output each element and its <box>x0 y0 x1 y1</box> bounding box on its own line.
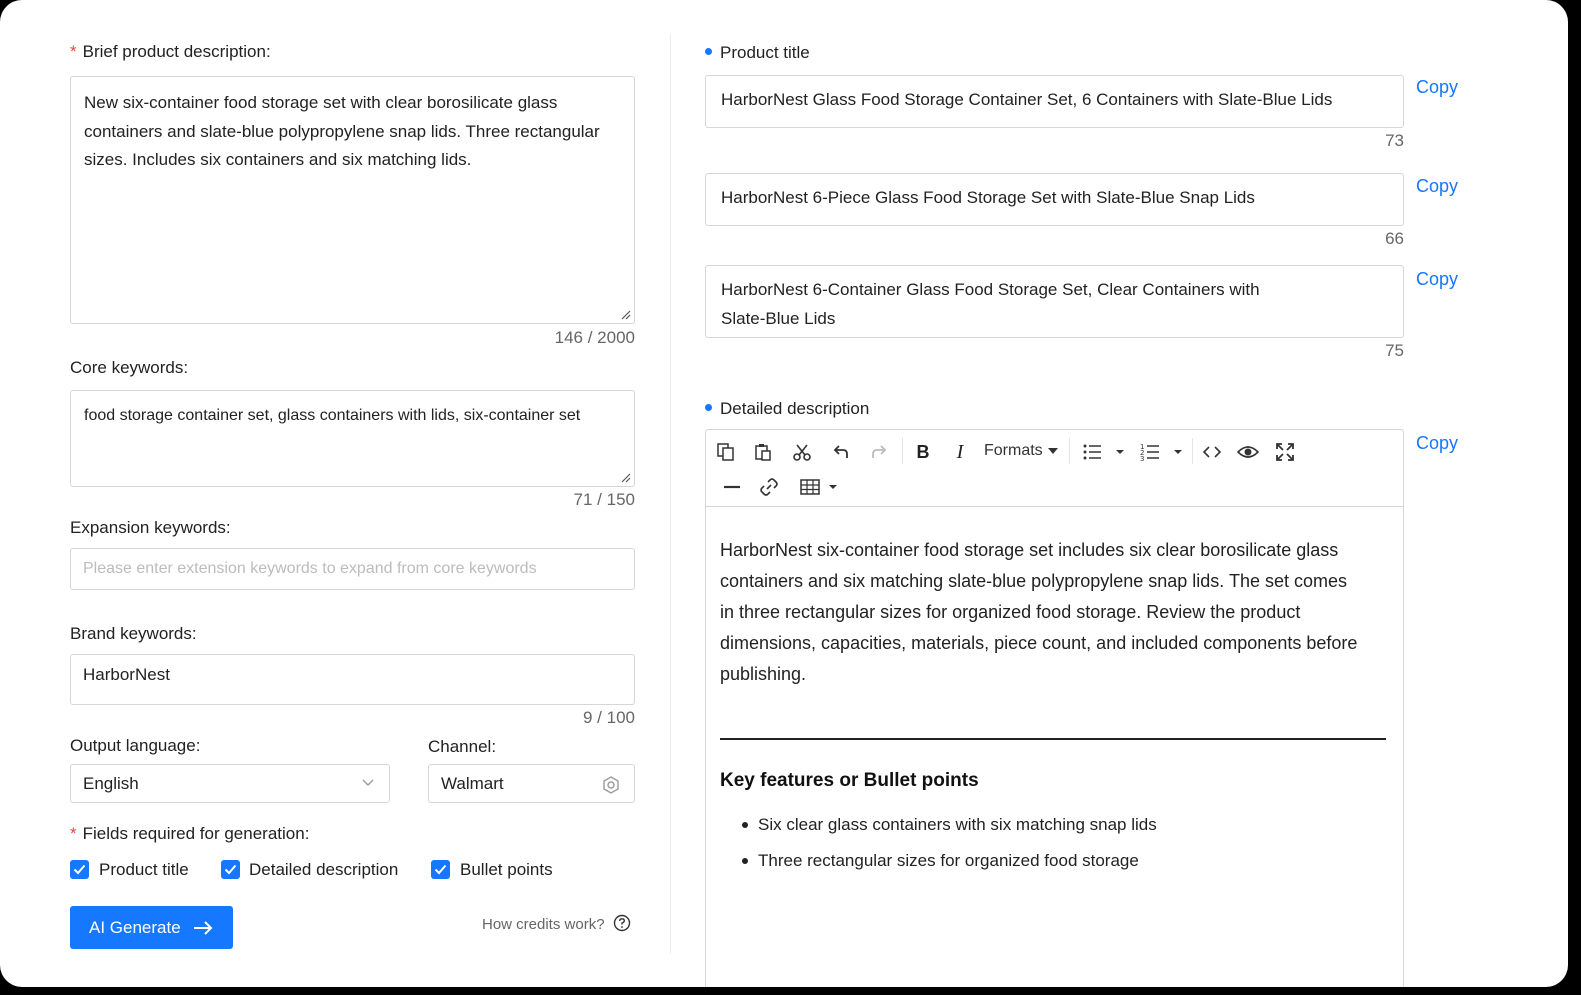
toolbar-separator <box>1192 438 1193 464</box>
title-option-3[interactable]: HarborNest 6-Container Glass Food Storag… <box>705 265 1404 338</box>
toolbar-separator <box>902 438 903 464</box>
core-keywords-textarea[interactable]: food storage container set, glass contai… <box>70 390 635 487</box>
svg-text:3: 3 <box>1140 455 1144 462</box>
brand-keywords-value: HarborNest <box>83 665 170 684</box>
fields-required-label: * Fields required for generation: <box>70 824 309 844</box>
product-title-label: Product title <box>705 43 810 63</box>
core-keywords-value: food storage container set, glass contai… <box>84 407 581 424</box>
brand-keywords-counter: 9 / 100 <box>583 708 635 727</box>
title-option-1[interactable]: HarborNest Glass Food Storage Container … <box>705 75 1404 128</box>
brief-description-textarea[interactable]: New six-container food storage set with … <box>70 76 635 324</box>
channel-label: Channel: <box>428 737 497 756</box>
key-features-heading: Key features or Bullet points <box>720 769 979 791</box>
formats-dropdown[interactable]: Formats <box>984 442 1058 460</box>
formats-label: Formats <box>984 442 1043 459</box>
arrow-right-icon <box>193 920 213 935</box>
title-option-2-text: HarborNest 6-Piece Glass Food Storage Se… <box>721 188 1255 207</box>
toolbar-separator <box>1069 438 1070 464</box>
editor-toolbar: B I Formats 123 <box>706 430 1403 507</box>
description-paragraph: HarborNest six-container food storage se… <box>720 540 1358 684</box>
brand-keywords-label: Brand keywords: <box>70 624 197 643</box>
bullet-list: Six clear glass containers with six matc… <box>720 807 1386 879</box>
horizontal-rule-icon[interactable] <box>720 475 744 499</box>
required-marker: * <box>70 824 77 843</box>
editor-content[interactable]: HarborNest six-container food storage se… <box>720 535 1386 879</box>
cut-icon[interactable] <box>790 440 814 464</box>
checkbox-label-product-title[interactable]: Product title <box>99 860 189 880</box>
rich-text-editor[interactable]: B I Formats 123 HarborNest six-container… <box>705 429 1404 987</box>
required-marker: * <box>70 42 77 61</box>
expansion-keywords-placeholder: Please enter extension keywords to expan… <box>83 560 537 577</box>
expansion-keywords-input[interactable]: Please enter extension keywords to expan… <box>70 548 635 590</box>
caret-down-icon <box>1047 448 1058 454</box>
title-option-1-text: HarborNest Glass Food Storage Container … <box>721 90 1333 109</box>
output-language-label: Output language: <box>70 736 201 755</box>
copy-button-title-1[interactable]: Copy <box>1416 77 1458 98</box>
code-icon[interactable] <box>1200 440 1224 464</box>
check-icon <box>73 864 86 875</box>
brand-keywords-input[interactable]: HarborNest <box>70 654 635 705</box>
copy-button-title-3[interactable]: Copy <box>1416 269 1458 290</box>
help-circle-icon <box>613 914 630 932</box>
checkbox-product-title[interactable] <box>70 860 89 879</box>
horizontal-rule <box>720 738 1386 740</box>
credits-help-text: How credits work? <box>482 916 605 933</box>
checkbox-label-bullet-points[interactable]: Bullet points <box>460 860 553 880</box>
table-icon[interactable] <box>798 475 842 499</box>
channel-value: Walmart <box>441 774 504 793</box>
redo-icon[interactable] <box>867 440 891 464</box>
brief-description-counter: 146 / 2000 <box>554 328 635 347</box>
fields-required-label-text: Fields required for generation: <box>82 824 310 843</box>
core-keywords-label: Core keywords: <box>70 358 189 377</box>
checkbox-detailed-description[interactable] <box>221 860 240 879</box>
ai-generate-label: AI Generate <box>89 917 181 937</box>
copy-button-title-2[interactable]: Copy <box>1416 176 1458 197</box>
paste-icon[interactable] <box>751 440 775 464</box>
checkbox-bullet-points[interactable] <box>431 860 450 879</box>
undo-icon[interactable] <box>829 440 853 464</box>
title-2-count: 66 <box>1385 229 1404 248</box>
check-icon <box>224 864 237 875</box>
title-1-count: 73 <box>1385 131 1404 150</box>
app-frame: * Brief product description: New six-cont… <box>0 0 1568 987</box>
settings-icon[interactable] <box>601 775 621 795</box>
detailed-description-label-text: Detailed description <box>720 399 870 418</box>
ordered-list-icon[interactable]: 123 <box>1138 440 1186 464</box>
column-divider <box>670 34 671 954</box>
title-option-2[interactable]: HarborNest 6-Piece Glass Food Storage Se… <box>705 173 1404 226</box>
product-title-label-text: Product title <box>720 43 810 62</box>
italic-icon[interactable]: I <box>948 440 972 464</box>
link-icon[interactable] <box>757 475 781 499</box>
title-option-3-text: HarborNest 6-Container Glass Food Storag… <box>721 280 1260 328</box>
brief-description-label: * Brief product description: <box>70 42 271 62</box>
output-language-select[interactable]: English <box>70 764 390 803</box>
resize-handle-icon[interactable] <box>619 471 631 483</box>
channel-select[interactable]: Walmart <box>428 764 635 803</box>
core-keywords-counter: 71 / 150 <box>573 490 635 509</box>
output-language-value: English <box>83 774 139 793</box>
preview-icon[interactable] <box>1236 440 1260 464</box>
detailed-description-label: Detailed description <box>705 399 869 419</box>
check-icon <box>434 864 447 875</box>
copy-button-description[interactable]: Copy <box>1416 433 1458 454</box>
ai-generate-button[interactable]: AI Generate <box>70 906 233 949</box>
fullscreen-icon[interactable] <box>1273 440 1297 464</box>
expansion-keywords-label: Expansion keywords: <box>70 518 231 537</box>
resize-handle-icon[interactable] <box>619 308 631 320</box>
brief-description-label-text: Brief product description: <box>82 42 271 61</box>
list-item: Three rectangular sizes for organized fo… <box>720 843 1386 879</box>
bullet-dot <box>705 404 712 412</box>
title-3-count: 75 <box>1385 341 1404 360</box>
checkbox-label-detailed-description[interactable]: Detailed description <box>249 860 398 880</box>
chevron-down-icon <box>362 779 374 786</box>
brief-description-value: New six-container food storage set with … <box>84 93 600 169</box>
list-item: Six clear glass containers with six matc… <box>720 807 1386 843</box>
bullet-dot <box>705 48 712 56</box>
credits-help-link[interactable]: How credits work? <box>482 914 631 933</box>
unordered-list-icon[interactable] <box>1080 440 1128 464</box>
copy-icon[interactable] <box>714 440 738 464</box>
bold-icon[interactable]: B <box>911 440 935 464</box>
